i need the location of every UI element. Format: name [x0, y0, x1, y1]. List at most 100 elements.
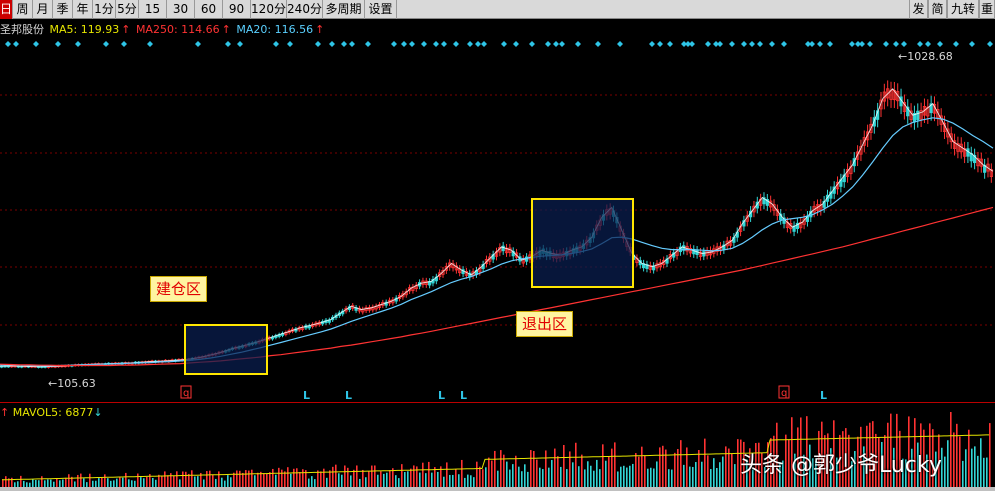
volume-bar-1	[5, 476, 7, 487]
volume-bar-166	[500, 450, 502, 487]
volume-bar-179	[539, 467, 541, 487]
volume-bar-173	[521, 471, 523, 487]
volume-bar-76	[230, 477, 232, 487]
volume-bar-59	[179, 479, 181, 487]
volume-bar-201	[605, 460, 607, 487]
right-tool-button-3[interactable]: 重	[979, 0, 995, 19]
volume-bar-65	[197, 476, 199, 487]
volume-bar-19	[59, 480, 61, 487]
volume-bar-229	[689, 466, 691, 487]
volume-bar-132	[398, 478, 400, 487]
volume-bar-158	[476, 461, 478, 487]
signal-diamond-22	[433, 41, 439, 47]
ma250-value: MA250: 114.66	[135, 23, 220, 36]
volume-up-arrow: ↑	[0, 406, 10, 419]
volume-bar-27	[83, 478, 85, 487]
volume-bar-159	[479, 466, 481, 487]
volume-bar-124	[374, 465, 376, 487]
stock-name: 圣邦股份	[0, 23, 44, 36]
period-button-11[interactable]: 120分	[251, 0, 287, 19]
volume-bar-139	[419, 472, 421, 487]
volume-bar-87	[263, 473, 265, 487]
volume-bar-219	[659, 447, 661, 487]
period-button-1[interactable]: 周	[13, 0, 33, 19]
volume-bar-77	[233, 472, 235, 487]
volume-bar-155	[467, 474, 469, 487]
volume-bar-104	[314, 479, 316, 487]
signal-diamond-63	[917, 41, 923, 47]
ma5-arrow: ↑	[121, 23, 131, 36]
volume-bar-121	[365, 477, 367, 487]
watermark: 头条 @郭少爷Lucky	[740, 453, 942, 478]
l-marker-2: L	[438, 389, 445, 402]
volume-bar-163	[491, 460, 493, 487]
panel-divider	[0, 402, 995, 403]
volume-bar-220	[662, 445, 664, 487]
volume-bar-43	[131, 480, 133, 487]
signal-diamond-29	[513, 41, 519, 47]
signal-diamond-30	[529, 41, 535, 47]
signal-diamond-13	[315, 41, 321, 47]
volume-bar-6	[20, 475, 22, 487]
period-button-6[interactable]: 5分	[116, 0, 139, 19]
signal-diamond-48	[749, 41, 755, 47]
volume-bar-116	[350, 475, 352, 487]
volume-bar-15	[47, 479, 49, 487]
volume-bar-202	[608, 456, 610, 487]
volume-bar-193	[581, 454, 583, 487]
period-button-12[interactable]: 240分	[287, 0, 323, 19]
period-button-2[interactable]: 月	[33, 0, 53, 19]
volume-bar-140	[422, 462, 424, 487]
period-button-7[interactable]: 15分	[139, 0, 167, 35]
signal-diamond-38	[657, 41, 663, 47]
volume-bar-51	[155, 479, 157, 487]
signal-diamond-59	[867, 41, 873, 47]
signal-diamond-67	[969, 41, 975, 47]
volume-bar-187	[563, 444, 565, 487]
signal-diamond-47	[741, 41, 747, 47]
volume-bar-62	[188, 473, 190, 487]
volume-bar-84	[254, 475, 256, 487]
period-button-5[interactable]: 1分	[93, 0, 116, 19]
signal-diamond-11	[273, 41, 279, 47]
period-button-8[interactable]: 30分	[167, 0, 195, 35]
signal-diamond-64	[925, 41, 931, 47]
volume-bar-237	[713, 458, 715, 487]
volume-bar-157	[473, 477, 475, 487]
series-line-ma20	[0, 117, 994, 367]
volume-bar-172	[518, 466, 520, 487]
volume-bar-242	[728, 448, 730, 487]
right-tool-button-1[interactable]: 简	[928, 0, 947, 19]
signal-diamond-9	[225, 41, 231, 47]
volume-bar-133	[401, 464, 403, 487]
volume-bar-38	[116, 478, 118, 487]
volume-bar-226	[680, 440, 682, 487]
signal-diamond-58	[859, 41, 865, 47]
period-button-9[interactable]: 60分	[195, 0, 223, 35]
period-button-13[interactable]: 多周期	[323, 0, 365, 19]
right-tool-button-0[interactable]: 发	[909, 0, 928, 19]
period-button-3[interactable]: 季	[53, 0, 73, 19]
signal-diamond-12	[287, 41, 293, 47]
period-button-4[interactable]: 年	[73, 0, 93, 19]
period-button-14[interactable]: 设置	[365, 0, 397, 19]
volume-bar-228	[686, 447, 688, 487]
volume-bar-141	[425, 473, 427, 487]
right-tool-button-2[interactable]: 九转	[947, 0, 979, 19]
volume-bar-12	[38, 480, 40, 487]
signal-diamond-42	[689, 41, 695, 47]
volume-bar-40	[122, 477, 124, 487]
volume-bar-29	[89, 473, 91, 487]
volume-bar-122	[368, 471, 370, 487]
period-button-0[interactable]: 日	[0, 0, 13, 19]
volume-bar-235	[707, 455, 709, 487]
volume-bar-206	[620, 466, 622, 487]
volume-bar-143	[431, 472, 433, 487]
volume-bar-154	[464, 477, 466, 487]
period-button-10[interactable]: 90分	[223, 0, 251, 35]
volume-bar-327	[983, 457, 985, 487]
volume-bar-230	[692, 466, 694, 487]
signal-diamond-49	[757, 41, 763, 47]
volume-bar-137	[413, 465, 415, 487]
volume-bar-71	[215, 478, 217, 487]
